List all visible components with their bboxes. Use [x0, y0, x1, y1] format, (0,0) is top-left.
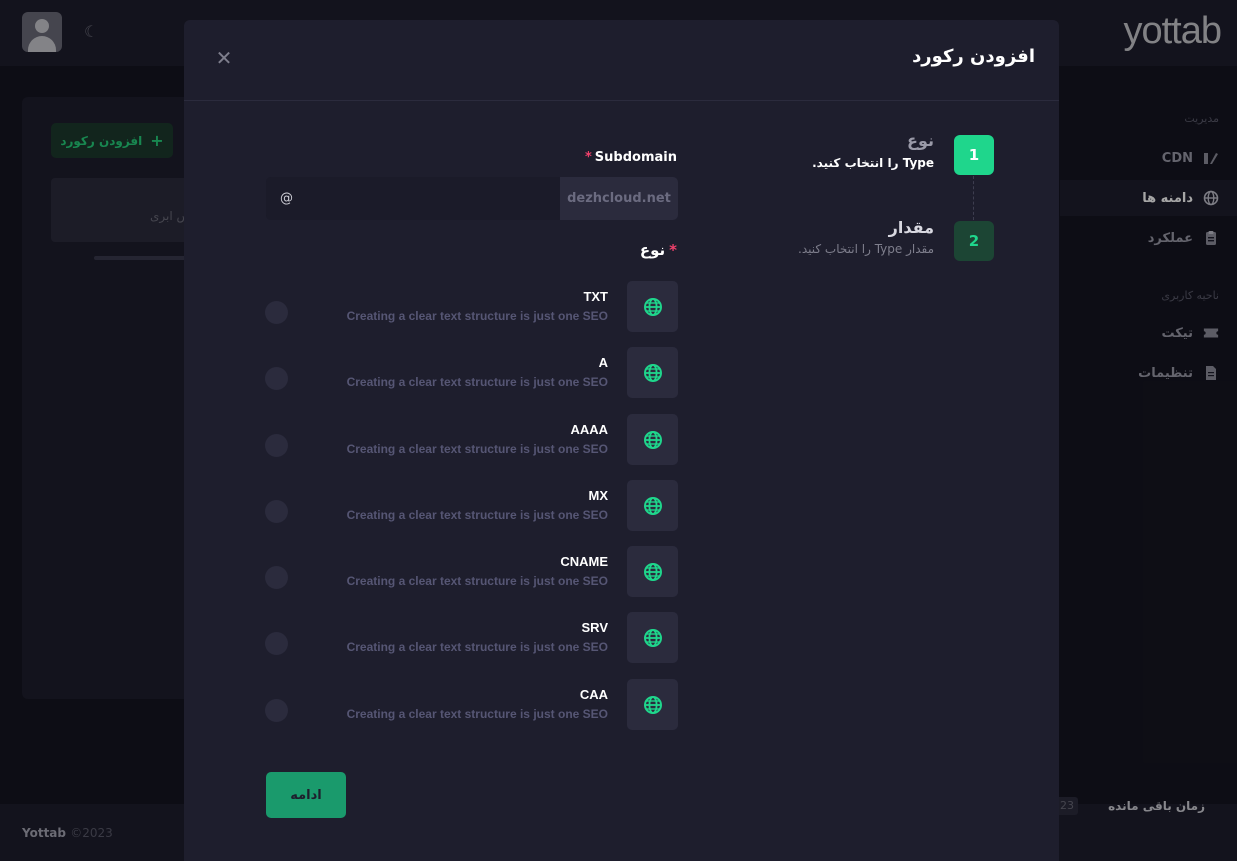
required-mark: * [584, 150, 592, 165]
continue-button[interactable]: ادامه [266, 772, 346, 818]
step-1-title: نوع [907, 131, 934, 150]
globe-icon [627, 612, 678, 663]
record-type-name: CNAME [560, 554, 608, 569]
radio-button[interactable] [265, 632, 288, 655]
radio-button[interactable] [265, 434, 288, 457]
domain-suffix: dezhcloud.net [560, 177, 678, 220]
close-icon[interactable]: ✕ [214, 48, 234, 68]
step-2-title: مقدار [888, 218, 934, 237]
record-type-option[interactable]: TXT Creating a clear text structure is ju… [264, 281, 678, 341]
record-type-option[interactable]: SRV Creating a clear text structure is ju… [264, 612, 678, 672]
modal-header: افزودن رکورد ✕ [184, 20, 1059, 101]
globe-icon [627, 546, 678, 597]
required-mark: * [669, 241, 677, 259]
step-2-description: مقدار Type را انتخاب کنید. [798, 242, 934, 256]
globe-icon [627, 347, 678, 398]
subdomain-label: * Subdomain [585, 150, 677, 165]
radio-button[interactable] [265, 301, 288, 324]
record-type-option[interactable]: CAA Creating a clear text structure is ju… [264, 679, 678, 739]
subdomain-label-text: Subdomain [594, 150, 677, 165]
step-1-number: 1 [954, 135, 994, 175]
record-type-option[interactable]: CNAME Creating a clear text structure is … [264, 546, 678, 606]
record-type-option[interactable]: MX Creating a clear text structure is jus… [264, 480, 678, 540]
step-1-description: Type را انتخاب کنید. [812, 156, 934, 170]
record-type-name: AAAA [570, 422, 608, 437]
record-type-description: Creating a clear text structure is just … [346, 442, 608, 456]
record-type-name: MX [588, 488, 609, 503]
subdomain-input[interactable] [266, 177, 560, 220]
add-record-modal: افزودن رکورد ✕ 1 2 نوع Type را انتخاب کن… [184, 20, 1059, 861]
record-type-name: TXT [583, 289, 608, 304]
radio-button[interactable] [265, 500, 288, 523]
globe-icon [627, 679, 678, 730]
subdomain-field-group: dezhcloud.net [266, 177, 678, 220]
globe-icon [627, 414, 678, 465]
record-type-description: Creating a clear text structure is just … [346, 309, 608, 323]
record-type-name: SRV [581, 620, 609, 635]
modal-title: افزودن رکورد [912, 46, 1035, 67]
radio-button[interactable] [265, 566, 288, 589]
record-type-option[interactable]: AAAA Creating a clear text structure is j… [264, 414, 678, 474]
record-type-description: Creating a clear text structure is just … [346, 707, 608, 721]
step-connector [973, 176, 974, 220]
radio-button[interactable] [265, 367, 288, 390]
type-label-text: نوع [639, 241, 666, 259]
record-type-name: CAA [579, 687, 608, 702]
globe-icon [627, 480, 678, 531]
type-label: نوع * [640, 241, 677, 259]
record-type-description: Creating a clear text structure is just … [346, 574, 608, 588]
step-2-number: 2 [954, 221, 994, 261]
record-type-option[interactable]: A Creating a clear text structure is just… [264, 347, 678, 407]
record-type-description: Creating a clear text structure is just … [346, 640, 608, 654]
radio-button[interactable] [265, 699, 288, 722]
globe-icon [627, 281, 678, 332]
record-type-description: Creating a clear text structure is just … [346, 508, 608, 522]
record-type-description: Creating a clear text structure is just … [346, 375, 608, 389]
record-type-name: A [598, 355, 608, 370]
